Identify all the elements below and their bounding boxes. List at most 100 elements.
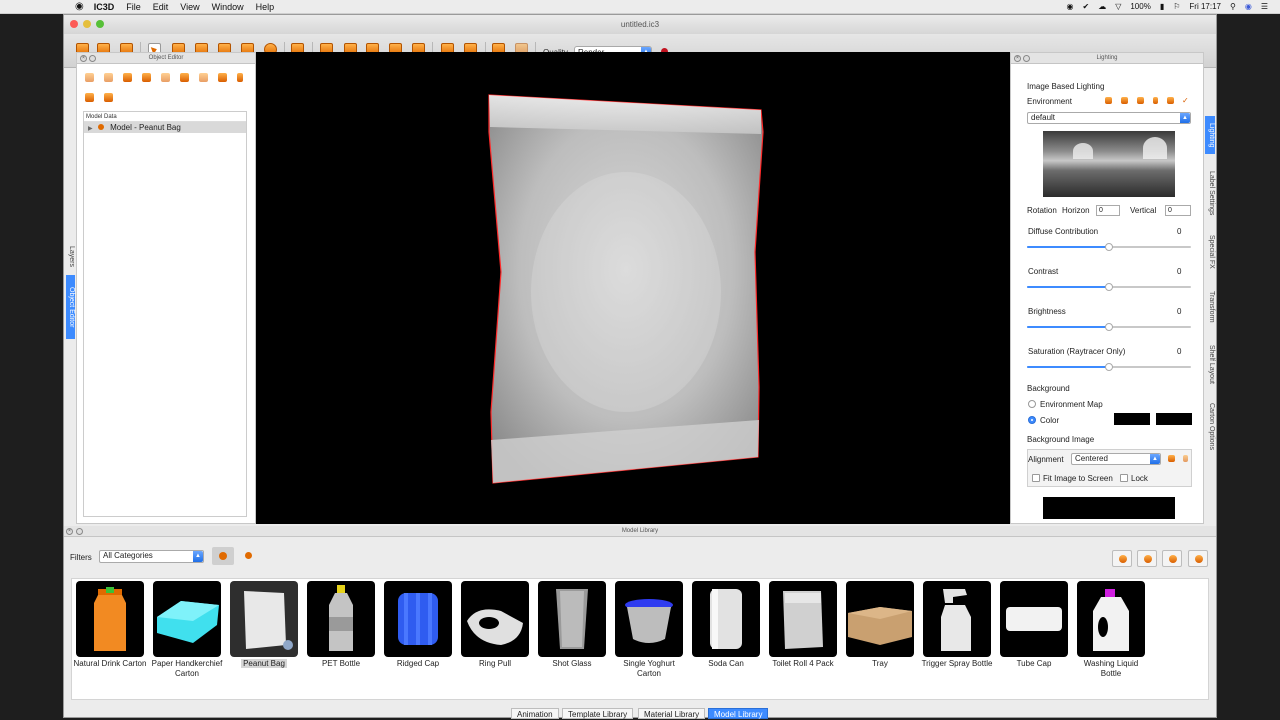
environment-select[interactable]: default ▲ [1027,112,1191,124]
check-icon[interactable]: ✔ [1083,2,1090,11]
color-radio[interactable] [1028,416,1036,424]
bottle-icon[interactable] [237,73,243,82]
slider-knob[interactable] [1105,363,1113,371]
model-card-natural-drink-carton[interactable] [76,581,144,657]
fit-image-checkbox[interactable] [1032,474,1040,482]
import-model-button[interactable] [1137,550,1157,567]
tab-transform[interactable]: Transform [1205,285,1215,329]
apple-icon[interactable]: ◉ [75,1,84,12]
menu-file[interactable]: File [126,2,141,12]
alignment-select[interactable]: Centered ▲ [1071,453,1161,465]
open-env-icon[interactable] [1105,97,1112,104]
slider-track[interactable] [1027,243,1191,251]
save-env-icon[interactable] [1167,97,1174,104]
model-card-washing-liquid-bottle[interactable] [1077,581,1145,657]
environment-preview[interactable] [1043,131,1175,197]
object-icon[interactable] [218,73,227,82]
record-icon[interactable]: ◉ [1067,2,1074,11]
favorites-icon[interactable] [245,552,252,559]
menu-view[interactable]: View [180,2,199,12]
env-settings-icon[interactable] [1121,97,1128,104]
model-card-soda-can[interactable] [692,581,760,657]
filter-toggle-button[interactable] [212,547,234,565]
slider-track[interactable] [1027,363,1191,371]
tab-template-library[interactable]: Template Library [562,708,634,719]
pattern-icon[interactable] [199,73,208,82]
edit-model-button[interactable] [1162,550,1182,567]
tree-item-peanut-bag[interactable]: ▶ Model - Peanut Bag [84,122,246,133]
cloud-icon[interactable]: ☁ [1098,2,1106,11]
tab-special-fx[interactable]: Special FX [1205,231,1215,273]
detach-panel-icon[interactable] [76,528,83,535]
flag-icon[interactable]: ⚐ [1173,2,1180,11]
bg-color-swatch-secondary[interactable] [1156,413,1192,425]
lock-checkbox[interactable] [1120,474,1128,482]
tab-carton-options[interactable]: Carton Options [1205,399,1215,455]
label-icon[interactable] [104,73,113,82]
model-card-single-yoghurt-carton[interactable] [615,581,683,657]
horizon-stepper[interactable]: 0 [1096,205,1120,216]
edit-icon[interactable] [85,73,94,82]
env-map-radio[interactable] [1028,400,1036,408]
search-icon[interactable]: ⚲ [1230,2,1236,11]
close-panel-icon[interactable]: × [1014,55,1021,62]
slider-knob[interactable] [1105,323,1113,331]
menu-edit[interactable]: Edit [153,2,169,12]
bg-color-swatch[interactable] [1114,413,1150,425]
tab-layers[interactable]: Layers [66,243,75,271]
model-card-ring-pull[interactable] [461,581,529,657]
slider-track[interactable] [1027,323,1191,331]
texture-icon[interactable] [161,73,170,82]
add-model-button[interactable] [1112,550,1132,567]
bottle-env-icon[interactable] [1153,97,1158,104]
vertical-stepper[interactable]: 0 [1165,205,1191,216]
open-image-icon[interactable] [1168,455,1175,462]
clock[interactable]: Fri 17:17 [1189,2,1221,11]
model-card-shot-glass[interactable] [538,581,606,657]
battery-label[interactable]: 100% [1130,2,1150,11]
pencil-icon[interactable] [1137,97,1144,104]
3d-viewport[interactable] [256,52,1010,524]
model-card-paper-handkerchief-carton[interactable] [153,581,221,657]
disclosure-triangle-icon[interactable]: ▶ [88,126,93,132]
model-card-trigger-spray-bottle[interactable] [923,581,991,657]
group-icon[interactable] [104,93,113,102]
detach-panel-icon[interactable] [89,55,96,62]
close-window-icon[interactable] [70,20,78,28]
app-menu[interactable]: IC3D [94,2,115,12]
tab-animation[interactable]: Animation [511,708,559,719]
model-card-pet-bottle[interactable] [307,581,375,657]
tab-object-editor[interactable]: Object Editor [66,275,75,339]
tab-model-library[interactable]: Model Library [708,708,769,719]
siri-icon[interactable]: ◉ [1245,2,1252,11]
material-icon[interactable] [142,73,151,82]
slider-track[interactable] [1027,283,1191,291]
battery-icon[interactable]: ▮ [1160,2,1164,11]
duplicate-icon[interactable] [85,93,94,102]
image-icon[interactable] [123,73,132,82]
model-card-toilet-roll-4-pack[interactable] [769,581,837,657]
model-card-ridged-cap[interactable] [384,581,452,657]
minimize-window-icon[interactable] [83,20,91,28]
tab-material-library[interactable]: Material Library [638,708,706,719]
tab-label-settings[interactable]: Label Settings [1205,165,1215,221]
detach-panel-icon[interactable] [1023,55,1030,62]
peanut-bag-render[interactable] [256,52,1010,524]
checkmark-icon[interactable]: ✓ [1182,97,1189,105]
category-select[interactable]: All Categories ▲ [99,550,204,563]
menu-help[interactable]: Help [256,2,275,12]
slider-knob[interactable] [1105,243,1113,251]
model-card-tube-cap[interactable] [1000,581,1068,657]
slider-knob[interactable] [1105,283,1113,291]
brush-icon[interactable] [180,73,189,82]
zoom-window-icon[interactable] [96,20,104,28]
notification-icon[interactable]: ☰ [1261,2,1268,11]
close-panel-icon[interactable]: × [80,55,87,62]
menu-window[interactable]: Window [212,2,244,12]
wifi-icon[interactable]: ▽ [1115,2,1121,11]
close-panel-icon[interactable]: × [66,528,73,535]
model-card-peanut-bag[interactable] [230,581,298,657]
clear-image-icon[interactable] [1183,455,1188,462]
tab-shelf-layout[interactable]: Shelf Layout [1205,339,1215,389]
model-card-tray[interactable] [846,581,914,657]
